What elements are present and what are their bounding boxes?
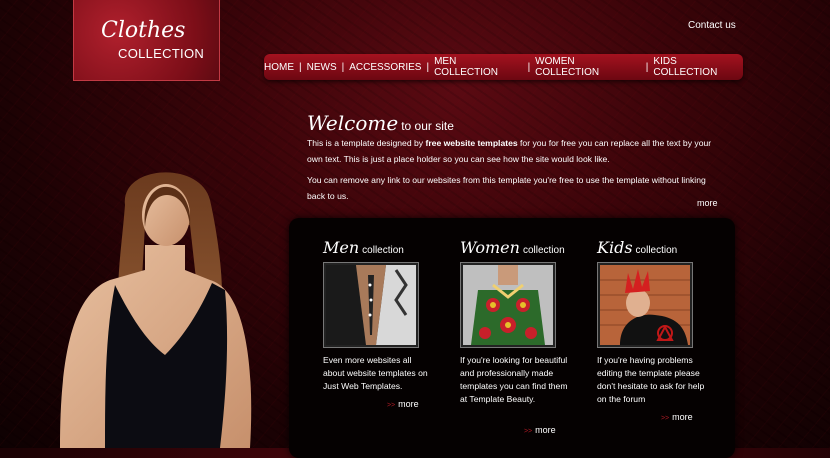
kids-collection-title: Kids collection [597,238,678,257]
nav-separator: | [341,61,345,73]
welcome-subtitle: to our site [401,119,454,133]
intro-paragraph-2: You can remove any link to our websites … [307,175,706,201]
free-templates-link[interactable]: free website templates [425,138,517,148]
men-collection-title: Men collection [323,238,404,257]
nav-news[interactable]: NEWS [307,62,337,73]
nav-women-collection[interactable]: WOMEN COLLECTION [535,56,641,78]
women-collection-image[interactable] [460,262,556,348]
intro-paragraph-1: This is a template designed by free webs… [307,138,712,164]
nav-men-collection[interactable]: MEN COLLECTION [434,56,522,78]
kids-more-link[interactable]: > > more [661,412,693,422]
men-more-link[interactable]: > > more [387,399,419,409]
welcome-more-link[interactable]: more [697,198,718,208]
nav-separator: | [527,61,531,73]
women-collection-title: Women collection [460,238,565,257]
nav-kids-collection[interactable]: KIDS COLLECTION [653,56,743,78]
nav-separator: | [426,61,430,73]
site-logo[interactable]: Clothes COLLECTION [73,0,220,81]
men-photo [326,265,416,345]
men-collection-text: Even more websites all about website tem… [323,355,428,391]
kids-collection-text: If you're having problems editing the te… [597,355,705,404]
women-photo [463,265,553,345]
logo-title: Clothes [101,18,186,43]
contact-link[interactable]: Contact us [688,20,736,31]
kids-collection-image[interactable] [597,262,693,348]
model-photo [60,172,252,448]
logo-subtitle: COLLECTION [118,46,205,61]
intro-text: This is a template designed by free webs… [307,136,717,210]
nav-separator: | [299,61,302,73]
welcome-title: Welcome [307,111,399,135]
nav-accessories[interactable]: ACCESSORIES [349,62,421,73]
collections-panel: Men collection Even more websites all abo… [289,218,735,458]
main-nav: HOME | NEWS | ACCESSORIES | MEN COLLECTI… [264,54,743,80]
women-collection-text: If you're looking for beautiful and prof… [460,355,568,404]
nav-home[interactable]: HOME [264,62,294,73]
women-more-link[interactable]: > > more [524,425,556,435]
kids-photo [600,265,690,345]
men-collection-image[interactable] [323,262,419,348]
nav-separator: | [645,61,649,73]
welcome-heading: Welcome to our site [307,111,454,135]
